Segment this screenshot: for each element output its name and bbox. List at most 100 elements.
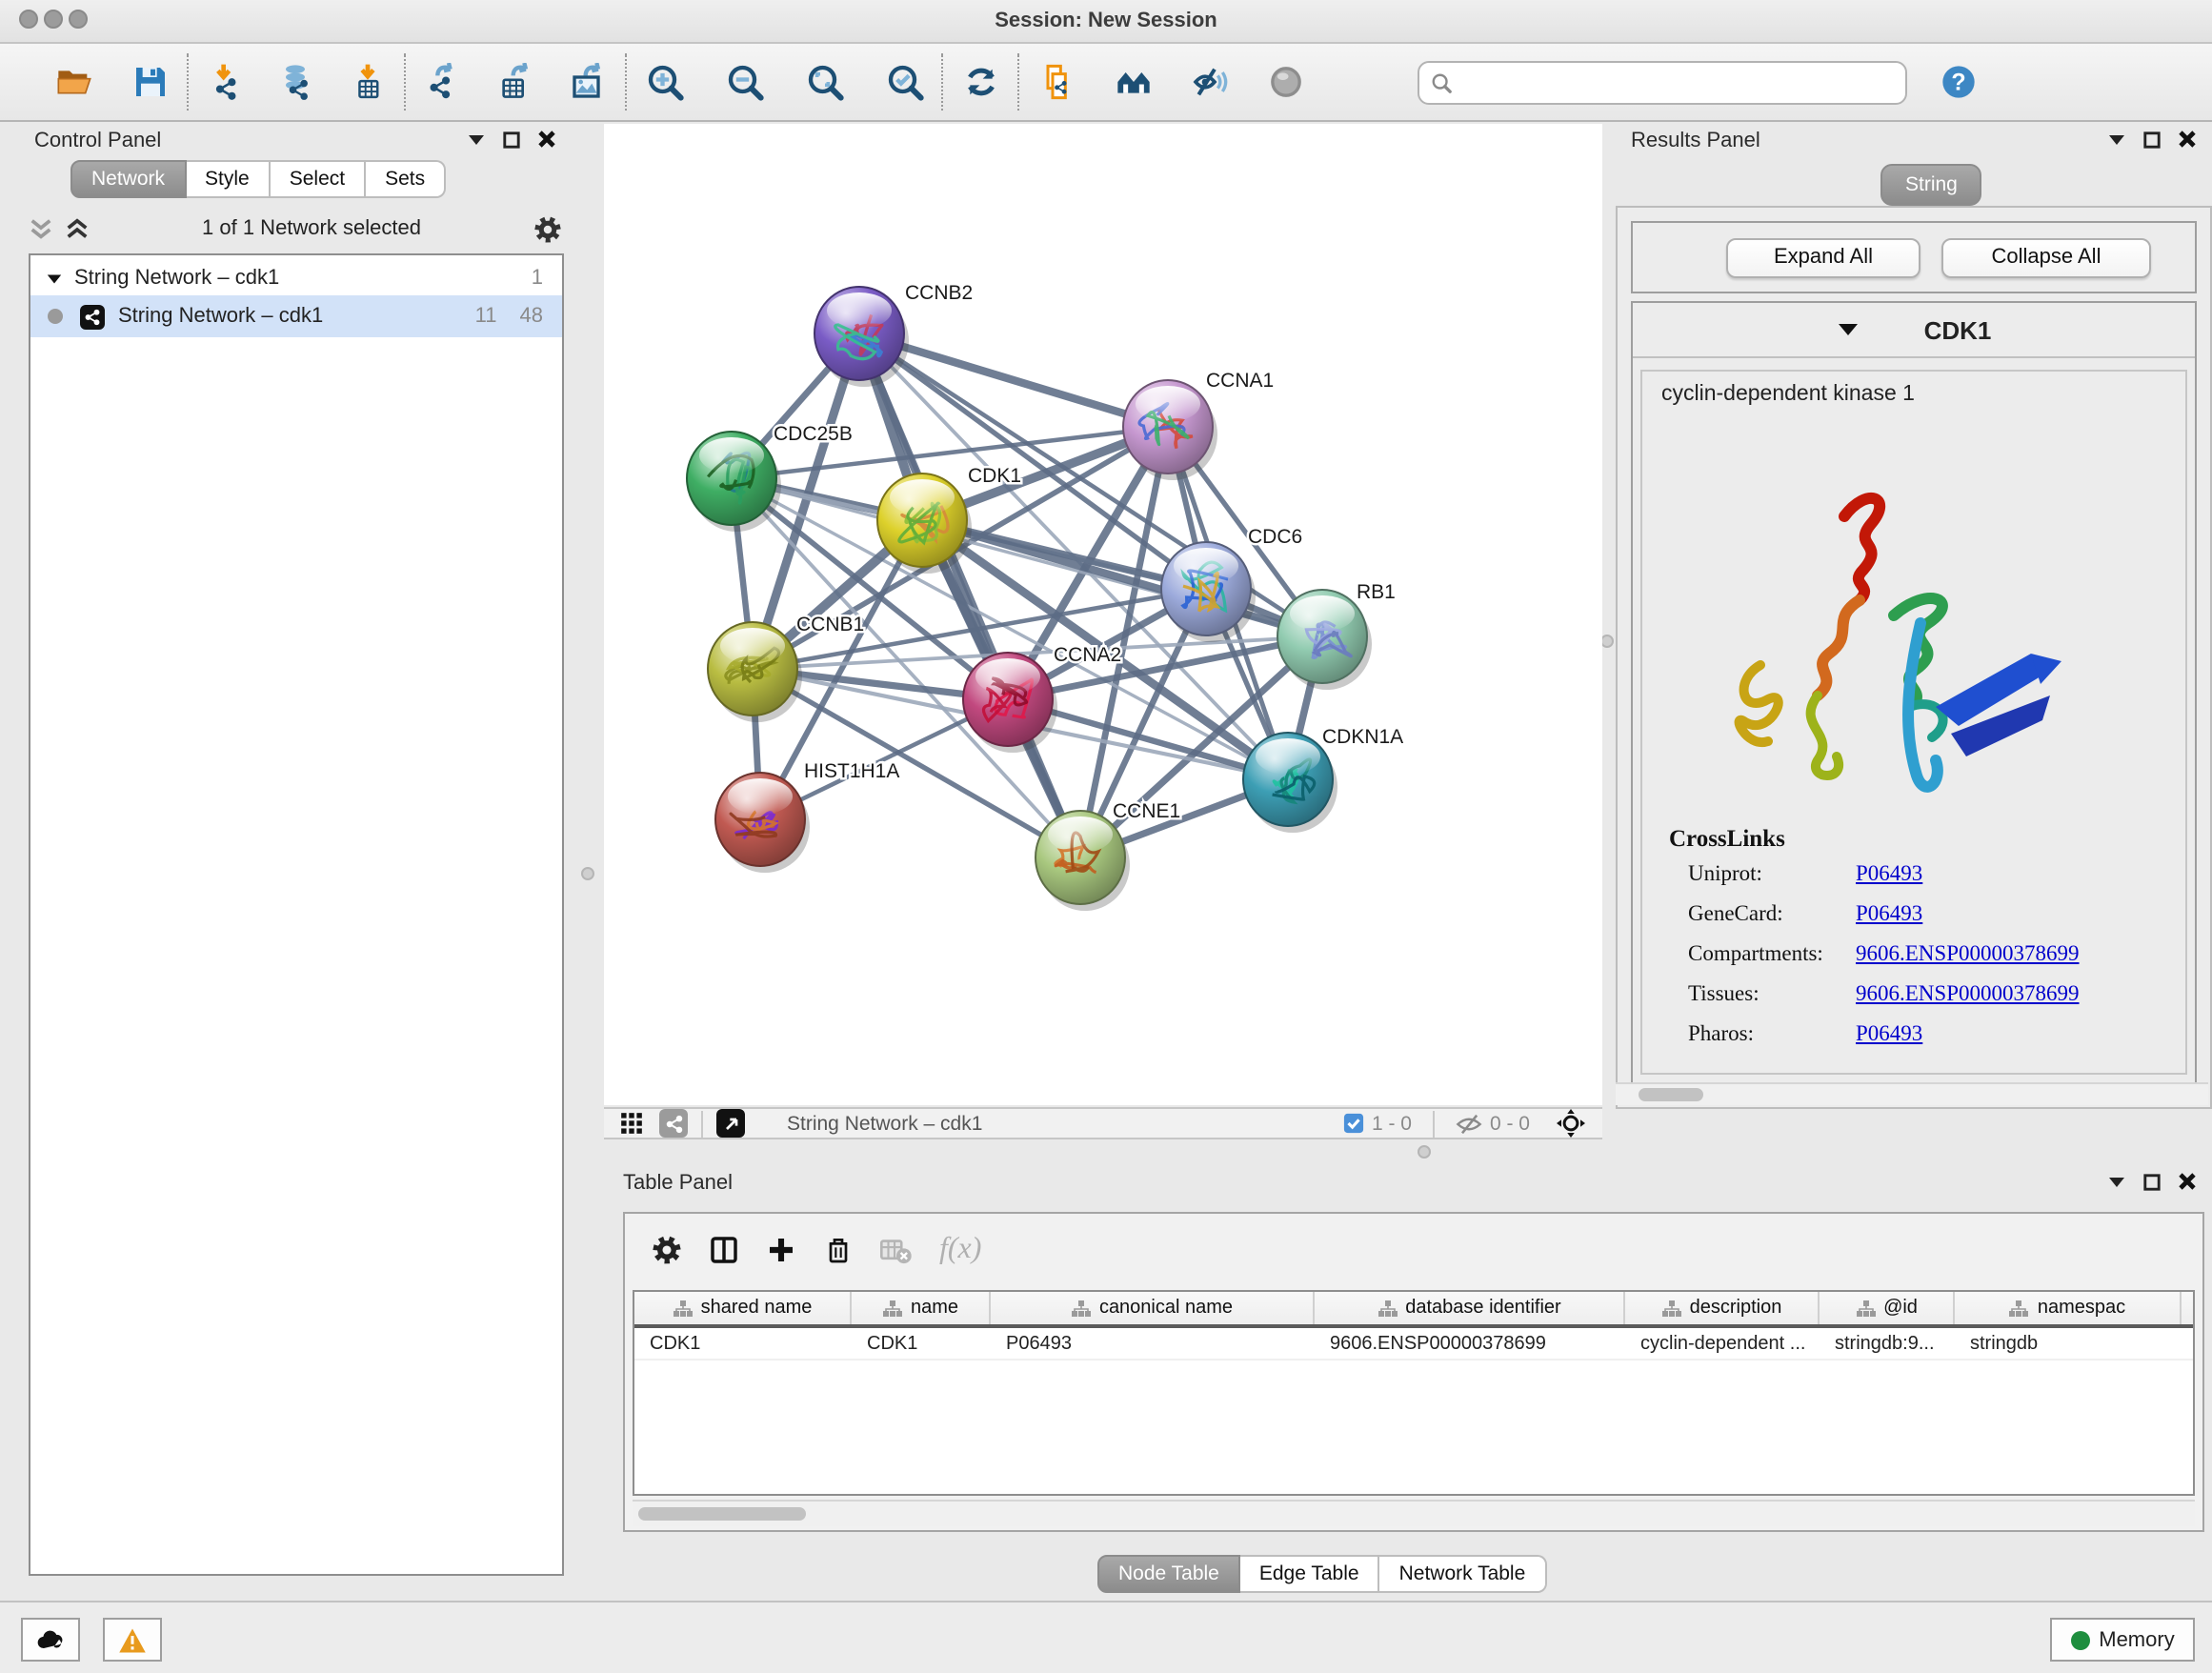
tab-node-table[interactable]: Node Table [1097, 1555, 1240, 1593]
memory-button[interactable]: Memory [2050, 1618, 2195, 1662]
zoom-fit-button[interactable] [800, 57, 850, 107]
node-CCNA2[interactable]: CCNA2 [963, 644, 1121, 753]
collapse-all-button[interactable]: Collapse All [1941, 238, 2151, 278]
string-home-button[interactable] [1109, 57, 1158, 107]
columns-icon[interactable] [709, 1235, 739, 1265]
table-cell[interactable]: stringdb [1955, 1328, 2182, 1359]
network-collection-row[interactable]: String Network – cdk1 1 [30, 255, 562, 295]
node-CDK1[interactable]: CDK1 [877, 465, 1021, 574]
hide-unhide-button[interactable] [1185, 57, 1235, 107]
clone-network-button[interactable] [1033, 57, 1082, 107]
close-panel-icon[interactable] [2178, 130, 2197, 149]
table-cell[interactable]: CDK1 [852, 1328, 991, 1359]
network-graph[interactable]: CCNB2CCNA1CDC25BCDK1CDC6RB1CCNB1CCNA2CDK… [604, 124, 1602, 1105]
network-selector-row: 1 of 1 Network selected [29, 210, 562, 248]
crosslink-link[interactable]: 9606.ENSP00000378699 [1856, 943, 2080, 966]
panel-menu-icon[interactable] [2107, 130, 2126, 149]
protein-section-header[interactable]: CDK1 [1633, 303, 2195, 358]
detach-view-icon[interactable] [716, 1109, 745, 1138]
export-network-button[interactable] [419, 57, 469, 107]
crosslink-link[interactable]: 9606.ENSP00000378699 [1856, 983, 2080, 1006]
panel-menu-icon[interactable] [2107, 1172, 2126, 1191]
horizontal-splitter-handle[interactable] [1418, 1145, 1431, 1159]
tab-network-table[interactable]: Network Table [1380, 1555, 1547, 1593]
column-header-shared-name[interactable]: shared name [634, 1292, 852, 1324]
network-canvas[interactable]: CCNB2CCNA1CDC25BCDK1CDC6RB1CCNB1CCNA2CDK… [604, 124, 1602, 1105]
search-box[interactable] [1418, 60, 1907, 104]
column-header-namespac[interactable]: namespac [1955, 1292, 2182, 1324]
column-header-database-identifier[interactable]: database identifier [1315, 1292, 1625, 1324]
export-image-button[interactable] [564, 57, 613, 107]
table-cell[interactable]: 9606.ENSP00000378699 [1315, 1328, 1625, 1359]
table-gear-icon[interactable] [652, 1235, 682, 1265]
expand-all-button[interactable]: Expand All [1726, 238, 1920, 278]
expand-all-icon[interactable] [65, 216, 90, 241]
gear-icon[interactable] [533, 214, 562, 243]
search-input[interactable] [1452, 65, 1894, 99]
table-cell[interactable]: CDK1 [634, 1328, 852, 1359]
table-hscrollbar[interactable] [633, 1500, 2195, 1526]
save-session-button[interactable] [126, 57, 175, 107]
node-CCNA1[interactable]: CCNA1 [1123, 370, 1274, 480]
tab-style[interactable]: Style [186, 160, 271, 198]
node-HIST1H1A[interactable]: HIST1H1A [715, 760, 899, 873]
float-panel-icon[interactable] [2143, 1173, 2161, 1190]
close-panel-icon[interactable] [2178, 1172, 2197, 1191]
node-CCNB2[interactable]: CCNB2 [814, 282, 973, 387]
import-network-file-button[interactable] [202, 57, 251, 107]
tab-string[interactable]: String [1880, 164, 1982, 206]
tab-sets[interactable]: Sets [366, 160, 446, 198]
column-header--id[interactable]: @id [1820, 1292, 1955, 1324]
crosslink-link[interactable]: P06493 [1856, 1023, 1922, 1046]
import-table-button[interactable] [343, 57, 392, 107]
minimize-window-button[interactable] [44, 10, 63, 29]
add-column-icon[interactable] [766, 1235, 796, 1265]
help-button[interactable]: ? [1934, 57, 1983, 107]
column-header-canonical-name[interactable]: canonical name [991, 1292, 1315, 1324]
apply-layout-button[interactable] [956, 57, 1006, 107]
node-CCNE1[interactable]: CCNE1 [1036, 800, 1180, 911]
warning-status-button[interactable] [103, 1618, 162, 1662]
table-cell[interactable]: cyclin-dependent ... [1625, 1328, 1820, 1359]
tab-network[interactable]: Network [70, 160, 186, 198]
collapse-all-icon[interactable] [29, 216, 53, 241]
table-row[interactable]: CDK1CDK1P064939606.ENSP00000378699cyclin… [634, 1328, 2193, 1361]
tree-expander-icon[interactable] [46, 270, 63, 287]
network-view-share-icon[interactable] [659, 1109, 688, 1138]
network-row-selected[interactable]: String Network – cdk1 11 48 [30, 295, 562, 337]
zoom-out-button[interactable] [720, 57, 770, 107]
table-cell[interactable]: stringdb:9... [1820, 1328, 1955, 1359]
import-network-database-button[interactable] [271, 57, 320, 107]
results-hscrollbar[interactable] [1616, 1082, 2208, 1105]
left-splitter-handle[interactable] [581, 867, 594, 880]
table-hscroll-thumb[interactable] [638, 1507, 806, 1521]
close-panel-icon[interactable] [537, 130, 556, 149]
section-expander-icon[interactable] [1837, 318, 1860, 341]
crosslink-label: GeneCard: [1688, 903, 1856, 926]
table-cell[interactable]: P06493 [991, 1328, 1315, 1359]
cloud-status-button[interactable] [21, 1618, 80, 1662]
crosslink-link[interactable]: P06493 [1856, 903, 1922, 926]
panel-menu-icon[interactable] [467, 130, 486, 149]
zoom-window-button[interactable] [69, 10, 88, 29]
export-table-button[interactable] [492, 57, 541, 107]
open-session-button[interactable] [50, 57, 99, 107]
column-header-name[interactable]: name [852, 1292, 991, 1324]
close-window-button[interactable] [19, 10, 38, 29]
birdseye-crosshair-icon[interactable] [1557, 1109, 1585, 1138]
crosslink-link[interactable]: P06493 [1856, 863, 1922, 886]
node-label-CDC6: CDC6 [1248, 526, 1302, 548]
column-header-description[interactable]: description [1625, 1292, 1820, 1324]
node-CDKN1A[interactable]: CDKN1A [1243, 726, 1403, 833]
tab-select[interactable]: Select [271, 160, 366, 198]
results-hscroll-thumb[interactable] [1639, 1088, 1703, 1101]
hidden-eye-icon[interactable] [1456, 1112, 1482, 1135]
tab-edge-table[interactable]: Edge Table [1240, 1555, 1380, 1593]
zoom-in-button[interactable] [640, 57, 690, 107]
float-panel-icon[interactable] [2143, 131, 2161, 148]
float-panel-icon[interactable] [503, 131, 520, 148]
trash-icon[interactable] [823, 1235, 854, 1265]
selected-checkbox-icon[interactable] [1343, 1113, 1364, 1134]
zoom-selected-button[interactable] [880, 57, 930, 107]
grid-view-icon[interactable] [619, 1111, 644, 1136]
